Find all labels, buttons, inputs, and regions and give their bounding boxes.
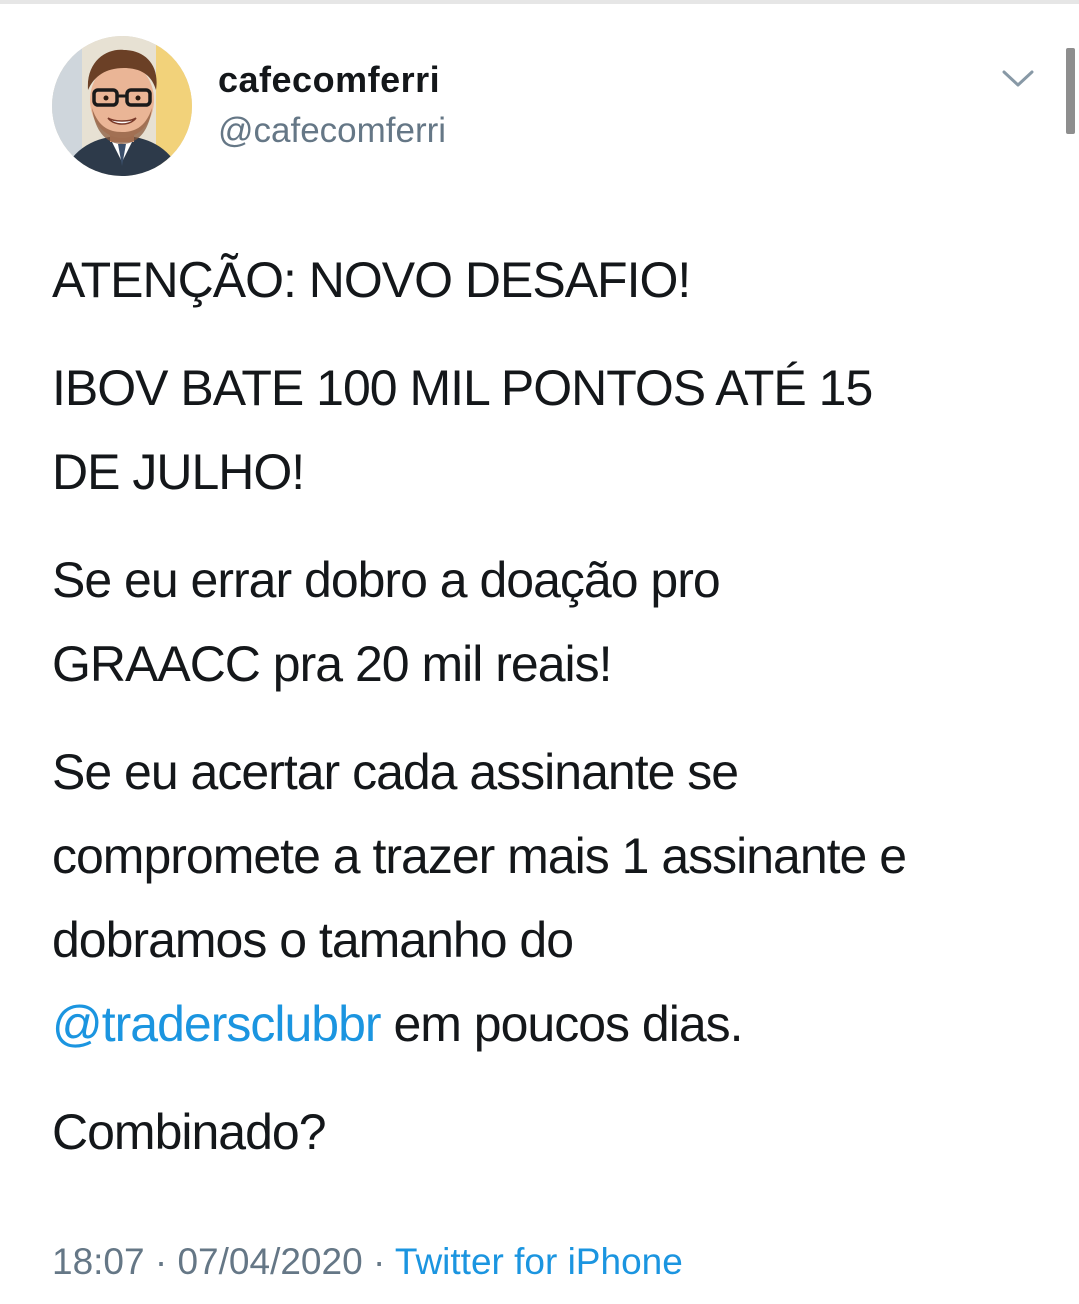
tweet-line: compromete a trazer mais 1 assinante e (52, 828, 907, 884)
tweet-date[interactable]: 07/04/2020 (177, 1241, 362, 1282)
user-info: cafecomferri @cafecomferri (218, 58, 446, 154)
tweet-paragraph: IBOV BATE 100 MIL PONTOS ATÉ 15 DE JULHO… (52, 346, 1042, 514)
tweet-paragraph: Se eu acertar cada assinante se comprome… (52, 730, 1042, 1066)
user-handle[interactable]: @cafecomferri (218, 108, 446, 154)
tweet-line: Se eu acertar cada assinante se (52, 744, 739, 800)
tweet-time[interactable]: 18:07 (52, 1241, 145, 1282)
tweet-text: ATENÇÃO: NOVO DESAFIO! IBOV BATE 100 MIL… (52, 238, 1042, 1198)
tweet-paragraph: ATENÇÃO: NOVO DESAFIO! (52, 238, 1042, 322)
avatar[interactable] (52, 36, 192, 176)
meta-separator: · (144, 1241, 178, 1282)
tweet-line: DE JULHO! (52, 444, 305, 500)
scrollbar[interactable] (1066, 48, 1075, 134)
display-name[interactable]: cafecomferri (218, 58, 446, 102)
tweet-line: dobramos o tamanho do (52, 912, 574, 968)
tweet-paragraph: Combinado? (52, 1090, 1042, 1174)
profile-photo-icon (52, 36, 192, 176)
tweet-header: cafecomferri @cafecomferri (52, 36, 1042, 176)
meta-separator: · (362, 1241, 395, 1282)
tweet-paragraph: Se eu errar dobro a doação pro GRAACC pr… (52, 538, 1042, 706)
mention-link[interactable]: @tradersclubbr (52, 996, 382, 1052)
tweet-line: em poucos dias. (380, 996, 743, 1052)
tweet-line: Combinado? (52, 1104, 327, 1160)
tweet-line: GRAACC pra 20 mil reais! (52, 636, 612, 692)
tweet-line: Se eu errar dobro a doação pro (52, 552, 721, 608)
tweet-line: IBOV BATE 100 MIL PONTOS ATÉ 15 (52, 360, 873, 416)
chevron-down-icon[interactable] (1000, 66, 1036, 90)
top-divider (0, 0, 1079, 4)
tweet-line: ATENÇÃO: NOVO DESAFIO! (52, 252, 691, 308)
tweet-meta: 18:07 · 07/04/2020 · Twitter for iPhone (52, 1236, 683, 1288)
tweet-source-link[interactable]: Twitter for iPhone (395, 1241, 683, 1282)
